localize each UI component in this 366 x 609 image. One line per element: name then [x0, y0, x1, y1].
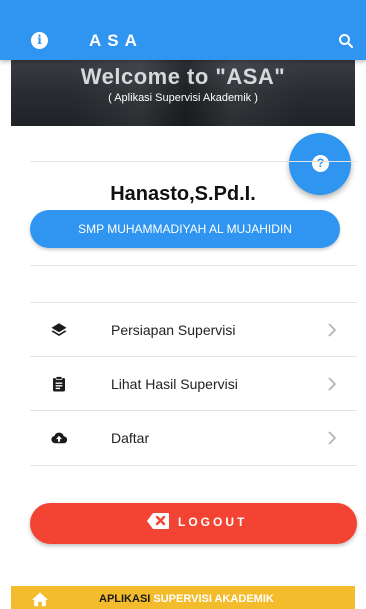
- bottom-bar-title-part1: APLIKASI: [99, 593, 151, 605]
- menu-item-label: Persiapan Supervisi: [111, 322, 236, 338]
- layers-icon: [51, 323, 67, 336]
- chevron-right-icon: [328, 431, 337, 445]
- clipboard-icon: [53, 376, 65, 392]
- help-icon: ?: [312, 155, 329, 172]
- divider: [30, 465, 357, 466]
- banner-tagline: ( Aplikasi Supervisi Akademik ): [108, 92, 258, 104]
- chevron-right-icon: [328, 377, 337, 391]
- school-button[interactable]: SMP MUHAMMADIYAH AL MUJAHIDIN: [30, 210, 340, 248]
- info-icon[interactable]: i: [31, 32, 48, 49]
- menu-item-daftar[interactable]: Daftar: [30, 411, 357, 465]
- search-icon[interactable]: [337, 32, 355, 50]
- bottom-bar-title-part2: SUPERVISI AKADEMIK: [153, 593, 274, 605]
- divider: [30, 161, 357, 162]
- home-icon[interactable]: [31, 591, 49, 607]
- app-bar: i ASA: [0, 0, 366, 60]
- menu-item-lihat-hasil-supervisi[interactable]: Lihat Hasil Supervisi: [30, 357, 357, 411]
- bottom-bar-title: APLIKASI SUPERVISI AKADEMIK: [99, 593, 274, 605]
- logout-button[interactable]: LOGOUT: [30, 503, 357, 544]
- menu-item-label: Lihat Hasil Supervisi: [111, 376, 238, 392]
- app-title: ASA: [89, 31, 143, 50]
- user-name: Hanasto,S.Pd.I.: [110, 183, 256, 205]
- divider: [30, 265, 357, 266]
- bottom-bar: APLIKASI SUPERVISI AKADEMIK: [11, 586, 355, 609]
- backspace-icon: [147, 513, 169, 529]
- menu-item-persiapan-supervisi[interactable]: Persiapan Supervisi: [30, 303, 357, 357]
- banner-welcome-text: Welcome to "ASA": [80, 64, 286, 89]
- app-screen: Welcome to "ASA" ( Aplikasi Supervisi Ak…: [0, 0, 366, 609]
- chevron-right-icon: [328, 323, 337, 337]
- cloud-upload-icon: [51, 432, 68, 444]
- logout-label: LOGOUT: [178, 515, 248, 529]
- menu-item-label: Daftar: [111, 430, 150, 446]
- welcome-banner: Welcome to "ASA" ( Aplikasi Supervisi Ak…: [11, 60, 355, 126]
